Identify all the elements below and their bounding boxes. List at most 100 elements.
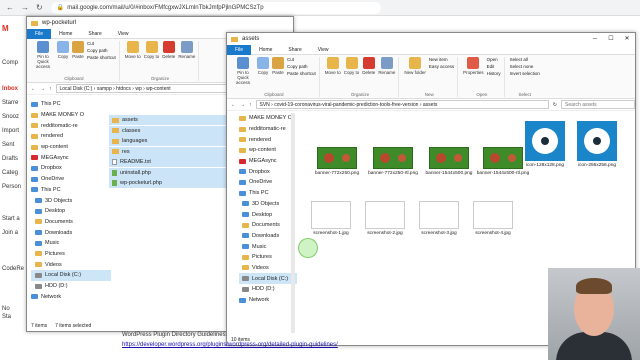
invert-selection-button[interactable]: Invert selection — [510, 71, 540, 76]
nav-item[interactable]: Local Disk (C:) — [239, 273, 297, 284]
properties-button[interactable]: Properties — [463, 57, 484, 75]
tab-home[interactable]: Home — [251, 45, 280, 55]
maximize-icon[interactable]: ☐ — [603, 33, 619, 45]
file-row[interactable]: res — [109, 146, 229, 157]
copy-button[interactable]: Copy — [257, 57, 269, 75]
nav-item[interactable]: Music — [239, 241, 297, 252]
nav-item[interactable]: MEGAsync — [239, 156, 297, 167]
paste-button[interactable]: Paste — [272, 57, 284, 75]
back-arrow-icon[interactable]: ← — [31, 86, 36, 92]
nav-item[interactable]: redditomatic-re — [31, 120, 111, 131]
select-none-button[interactable]: Select none — [510, 64, 540, 69]
file-thumbnail[interactable]: banner-772x250.png — [305, 147, 369, 177]
forward-arrow-icon[interactable]: → — [240, 102, 245, 108]
cut-button[interactable]: Cut — [287, 57, 316, 62]
rename-button[interactable]: Rename — [378, 57, 395, 75]
paste-shortcut-button[interactable]: Paste shortcut — [287, 71, 316, 76]
nav-item[interactable]: wp-content — [31, 142, 111, 153]
gmail-nav-inbox[interactable]: Inbox — [2, 86, 18, 92]
delete-button[interactable]: Delete — [162, 41, 175, 59]
history-button[interactable]: History — [487, 71, 501, 76]
back-arrow-icon[interactable]: ← — [6, 3, 14, 12]
select-all-button[interactable]: Select all — [510, 57, 540, 62]
file-row[interactable]: languages — [109, 136, 229, 146]
file-thumbnail[interactable]: banner-772x250-rtl.png — [361, 147, 425, 177]
nav-item[interactable]: Local Disk (C:) — [31, 270, 111, 281]
nav-item[interactable]: HDD (D:) — [31, 281, 111, 292]
copy-path-button[interactable]: Copy path — [87, 48, 116, 53]
nav-item[interactable]: Videos — [239, 263, 297, 274]
nav-item[interactable]: Dropbox — [239, 166, 297, 177]
gmail-nav-snoozed[interactable]: Snooz — [2, 114, 19, 120]
cut-button[interactable]: Cut — [87, 41, 116, 46]
nav-scrollbar[interactable] — [291, 113, 295, 333]
close-icon[interactable]: ✕ — [619, 33, 635, 45]
tab-view[interactable]: View — [310, 45, 337, 55]
path-field[interactable]: SVN › covid-19-coronavirus-viral-pandemi… — [255, 100, 549, 109]
nav-item[interactable]: This PC — [239, 188, 297, 199]
up-arrow-icon[interactable]: ↑ — [249, 102, 252, 108]
file-row[interactable]: wp-pocketurl.php — [109, 178, 229, 188]
refresh-icon[interactable]: ↻ — [553, 102, 557, 108]
nav-item[interactable]: HDD (D:) — [239, 284, 297, 295]
tab-share[interactable]: Share — [80, 29, 109, 39]
pin-quick-access-button[interactable]: Pin to Quick access — [232, 57, 254, 85]
nav-item[interactable]: Pictures — [239, 252, 297, 263]
nav-item[interactable]: Pictures — [31, 249, 111, 260]
gmail-nav-drafts[interactable]: Drafts — [2, 156, 18, 162]
gmail-join-meeting[interactable]: Join a — [2, 230, 18, 236]
rename-button[interactable]: Rename — [178, 41, 195, 59]
tab-file[interactable]: File — [227, 44, 252, 55]
edit-button[interactable]: Edit — [487, 64, 501, 69]
guidelines-link[interactable]: https://developer.wordpress.org/plugins/… — [122, 342, 338, 348]
nav-item[interactable]: OneDrive — [239, 177, 297, 188]
forward-arrow-icon[interactable]: → — [21, 3, 29, 12]
back-arrow-icon[interactable]: ← — [231, 102, 236, 108]
tab-home[interactable]: Home — [51, 29, 80, 39]
nav-item[interactable]: Network — [239, 295, 297, 306]
tab-view[interactable]: View — [110, 29, 137, 39]
search-input[interactable]: Search assets — [561, 100, 635, 109]
nav-item[interactable]: Desktop — [239, 209, 297, 220]
delete-button[interactable]: Delete — [362, 57, 375, 75]
nav-item[interactable]: Music — [31, 238, 111, 249]
nav-item[interactable]: Network — [31, 291, 111, 302]
copy-path-button[interactable]: Copy path — [287, 64, 316, 69]
reload-icon[interactable]: ↻ — [36, 3, 43, 12]
nav-item[interactable]: redditomatic-re — [239, 124, 297, 135]
gmail-start-meeting[interactable]: Start a — [2, 216, 20, 222]
file-thumbnail[interactable]: icon-256x256.png — [565, 121, 629, 169]
nav-item[interactable]: Videos — [31, 259, 111, 270]
nav-item[interactable]: OneDrive — [31, 174, 111, 185]
nav-item[interactable]: MAKE MONEY O — [239, 113, 297, 124]
nav-item[interactable]: rendered — [31, 131, 111, 142]
new-item-button[interactable]: New item — [429, 57, 454, 62]
tab-file[interactable]: File — [27, 28, 52, 39]
nav-item[interactable]: Documents — [239, 220, 297, 231]
move-to-button[interactable]: Move to — [125, 41, 141, 59]
nav-item[interactable]: wp-content — [239, 145, 297, 156]
nav-item[interactable]: MEGAsync — [31, 152, 111, 163]
forward-arrow-icon[interactable]: → — [40, 86, 45, 92]
gmail-nav-starred[interactable]: Starre — [2, 100, 18, 106]
gmail-nav-personal[interactable]: Person — [2, 184, 21, 190]
gmail-nav-categories[interactable]: Categ — [2, 170, 18, 176]
gmail-nav-sent[interactable]: Sent — [2, 142, 14, 148]
nav-item[interactable]: Desktop — [31, 206, 111, 217]
new-folder-button[interactable]: New folder — [404, 57, 426, 75]
compose-button[interactable]: Comp — [2, 60, 18, 66]
copy-button[interactable]: Copy — [57, 41, 69, 59]
file-row[interactable]: README.txt — [109, 157, 229, 167]
copy-to-button[interactable]: Copy to — [144, 41, 159, 59]
easy-access-button[interactable]: Easy access — [429, 64, 454, 69]
nav-item[interactable]: Documents — [31, 217, 111, 228]
gmail-hangouts-start[interactable]: Sta — [2, 314, 11, 320]
paste-button[interactable]: Paste — [72, 41, 84, 59]
file-row[interactable]: uninstall.php — [109, 167, 229, 178]
nav-item[interactable]: 3D Objects — [31, 195, 111, 206]
nav-item[interactable]: Dropbox — [31, 163, 111, 174]
file-thumbnail[interactable]: screenshot-4.jpg — [461, 201, 525, 237]
tab-share[interactable]: Share — [280, 45, 309, 55]
gmail-nav-important[interactable]: Import — [2, 128, 19, 134]
nav-item[interactable]: Downloads — [31, 227, 111, 238]
